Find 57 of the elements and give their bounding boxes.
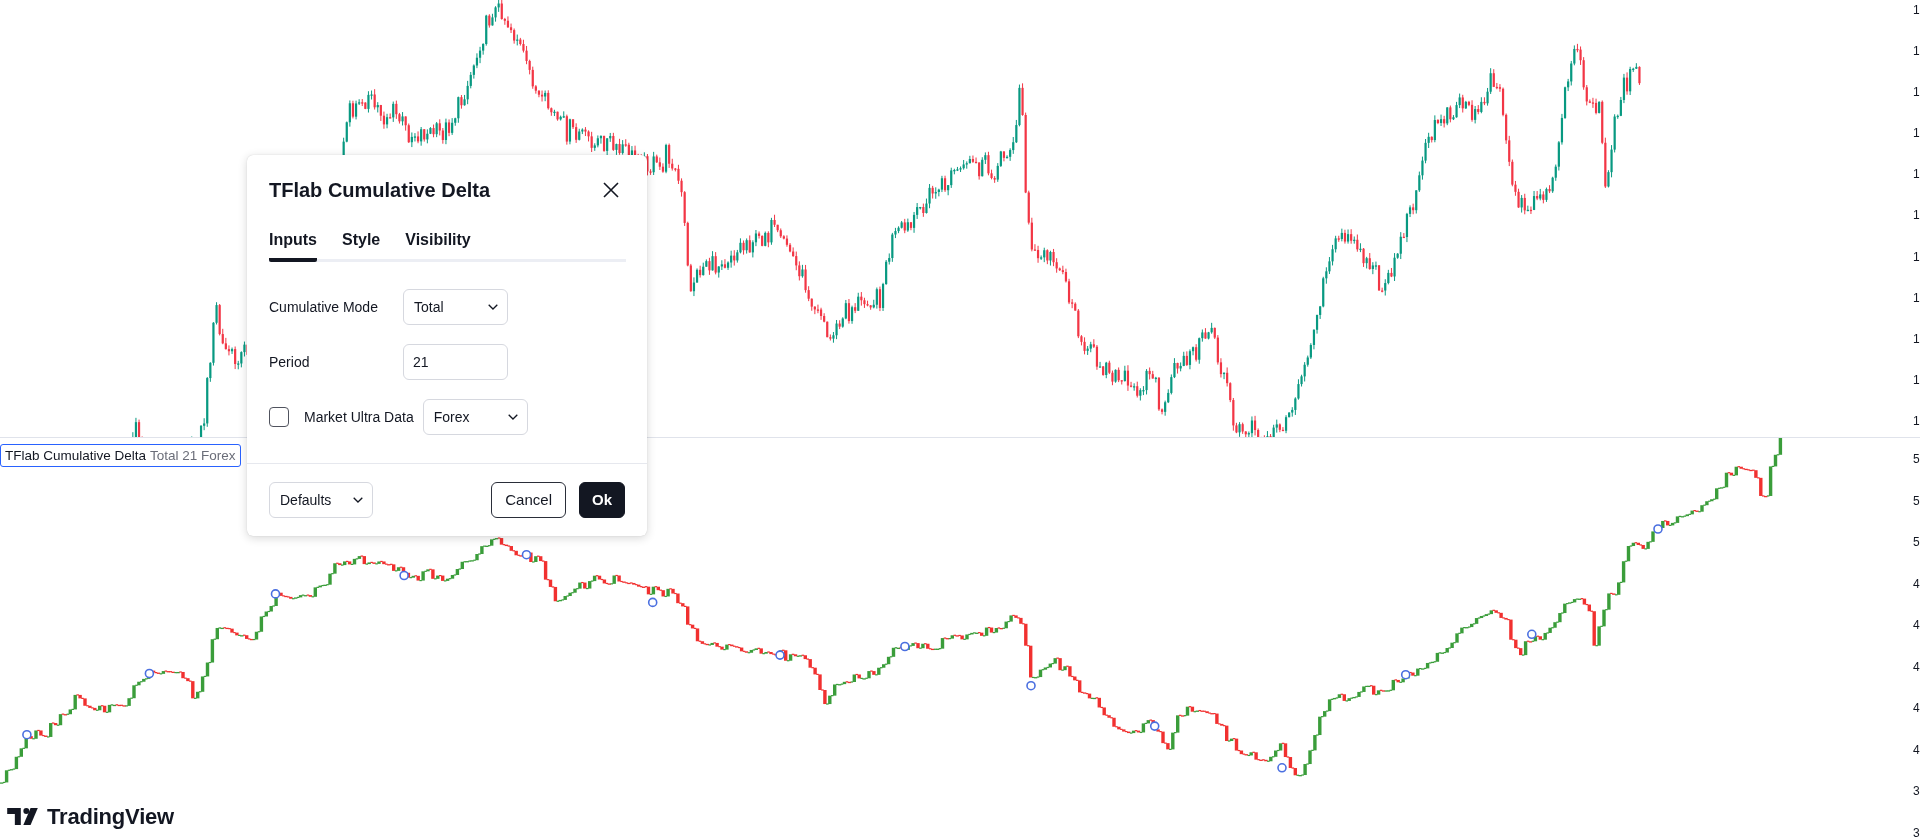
chevron-down-icon — [488, 304, 498, 310]
logo-text: TradingView — [47, 804, 174, 829]
price-label: 1 — [1913, 3, 1920, 17]
checkbox[interactable] — [269, 407, 289, 427]
tab[interactable]: Visibility — [405, 229, 471, 262]
price-label: 5 — [1913, 493, 1920, 508]
field-label: Period — [269, 352, 311, 372]
price-label: 1 — [1913, 290, 1920, 305]
price-label: 1 — [1913, 413, 1920, 428]
field-label: Cumulative Mode — [269, 297, 379, 317]
price-label: 1 — [1913, 85, 1920, 100]
ring-marker-icon — [1277, 763, 1287, 773]
tab[interactable]: Style — [342, 229, 381, 262]
close-icon[interactable] — [603, 182, 619, 198]
ring-marker-icon — [22, 729, 32, 740]
price-label: 1 — [1913, 331, 1920, 346]
indicator-name: TFlab Cumulative Delta — [5, 446, 147, 465]
ring-marker-icon — [647, 597, 658, 608]
price-label: 4 — [1913, 701, 1920, 716]
chevron-down-icon — [507, 414, 518, 420]
ring-marker-icon — [521, 549, 532, 560]
field-label: Market Ultra Data — [304, 407, 414, 427]
ring-marker-icon — [1653, 524, 1663, 534]
price-label: 1 — [1913, 249, 1920, 264]
ring-marker-icon — [1527, 629, 1537, 640]
ring-marker-icon — [900, 641, 910, 652]
price-label: 4 — [1913, 576, 1920, 591]
indicator-values: Total 21 Forex — [150, 446, 236, 465]
ring-marker-icon — [775, 650, 785, 660]
confirm-button[interactable]: Ok — [579, 482, 625, 518]
select-dropdown[interactable]: Total — [403, 289, 508, 325]
ring-marker-icon — [1400, 669, 1411, 680]
price-label: 1 — [1913, 372, 1920, 387]
ring-marker-icon — [270, 589, 281, 599]
price-label: 1 — [1913, 208, 1920, 223]
price-label: 3 — [1913, 784, 1920, 799]
price-label: 5 — [1913, 535, 1920, 550]
price-label: 4 — [1913, 742, 1920, 757]
defaults-dropdown[interactable]: Defaults — [269, 482, 373, 518]
chevron-down-icon — [353, 497, 363, 503]
ring-marker-icon — [144, 668, 155, 679]
price-label: 1 — [1913, 44, 1920, 59]
price-label: 3 — [1913, 825, 1920, 840]
dialog-title: TFlab Cumulative Delta — [269, 178, 491, 203]
price-label: 4 — [1913, 618, 1920, 633]
ring-marker-icon — [1026, 680, 1036, 691]
ring-marker-icon — [1149, 721, 1160, 731]
logo-icon — [7, 808, 38, 825]
cancel-button[interactable]: Cancel — [491, 482, 566, 518]
price-label: 4 — [1913, 659, 1920, 674]
indicator-legend[interactable]: TFlab Cumulative Delta Total 21 Forex — [0, 444, 241, 467]
text-input[interactable]: 21 — [403, 344, 508, 380]
price-label: 5 — [1913, 452, 1920, 466]
select-dropdown[interactable]: Forex — [422, 399, 528, 435]
price-label: 1 — [1913, 126, 1920, 141]
ring-marker-icon — [399, 570, 409, 581]
price-label: 1 — [1913, 167, 1920, 182]
